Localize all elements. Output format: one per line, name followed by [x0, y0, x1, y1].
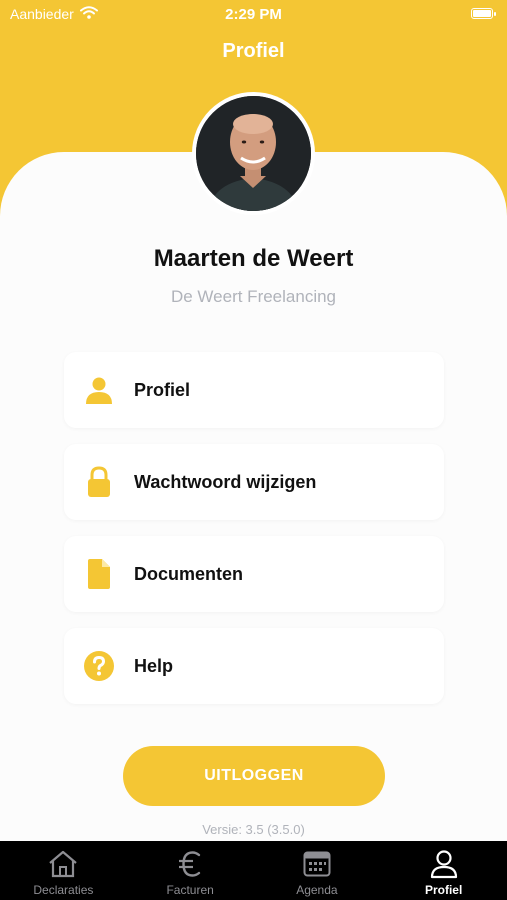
home-icon [47, 848, 79, 880]
calendar-icon [301, 848, 333, 880]
menu-item-wachtwoord[interactable]: Wachtwoord wijzigen [64, 444, 444, 520]
document-icon [64, 536, 134, 612]
tab-label: Facturen [166, 883, 214, 897]
menu-item-documenten[interactable]: Documenten [64, 536, 444, 612]
tab-label: Declaraties [33, 883, 94, 897]
user-name: Maarten de Weert [153, 245, 354, 272]
tab-profiel[interactable]: Profiel [380, 841, 507, 900]
logout-button[interactable]: UITLOGGEN [123, 746, 385, 806]
tab-declaraties[interactable]: Declaraties [0, 841, 127, 900]
menu-item-label: Help [134, 655, 174, 676]
page-title: Profiel [222, 40, 285, 62]
help-icon [64, 628, 134, 704]
menu-item-label: Wachtwoord wijzigen [134, 471, 317, 492]
tab-label: Agenda [296, 883, 338, 897]
avatar[interactable] [192, 92, 315, 215]
tab-facturen[interactable]: Facturen [127, 841, 254, 900]
tab-agenda[interactable]: Agenda [254, 841, 381, 900]
battery-icon [471, 8, 496, 19]
lock-icon [64, 444, 134, 520]
menu-item-label: Profiel [134, 379, 191, 400]
tab-bar: Declaraties Facturen Agenda Profiel [0, 841, 507, 900]
menu-item-profiel[interactable]: Profiel [64, 352, 444, 428]
company-name: De Weert Freelancing [170, 287, 337, 306]
person-icon [64, 352, 134, 428]
status-bar: Aanbieder 2:29 PM [0, 0, 507, 30]
menu-item-help[interactable]: Help [64, 628, 444, 704]
avatar-photo [196, 96, 311, 211]
tab-label: Profiel [424, 883, 463, 897]
euro-icon [174, 848, 206, 880]
menu-item-label: Documenten [134, 563, 244, 584]
status-time: 2:29 PM [225, 6, 282, 23]
version-label: Versie: 3.5 (3.5.0) [202, 822, 305, 837]
person-icon [428, 848, 460, 880]
